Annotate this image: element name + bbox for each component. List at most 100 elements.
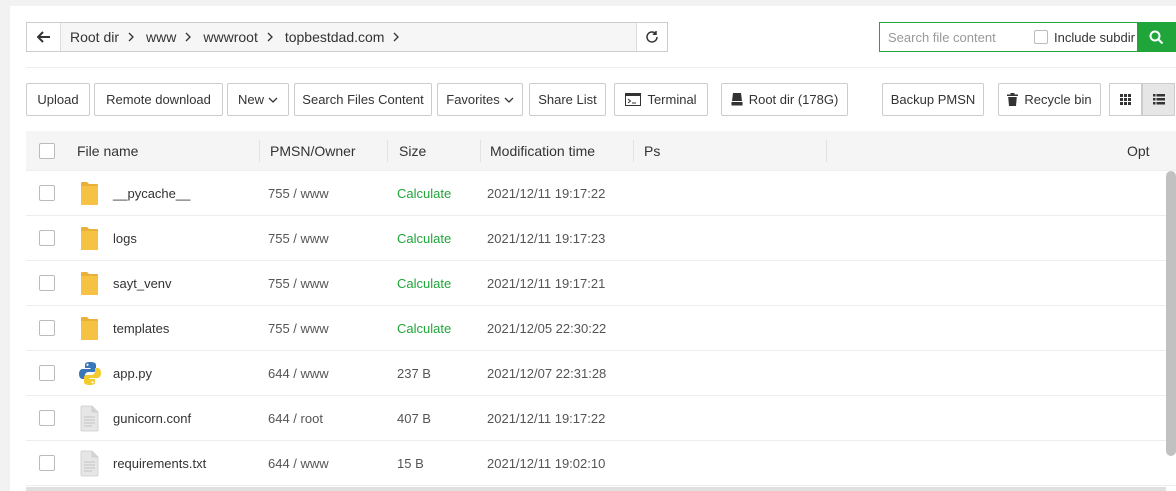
- table-row[interactable]: app.py 644 / www 237 B 2021/12/07 22:31:28: [26, 351, 1176, 396]
- favorites-dropdown-button[interactable]: Favorites: [437, 83, 523, 116]
- disk-icon: [731, 93, 743, 106]
- column-header-opt: Opt: [1127, 143, 1150, 159]
- row-checkbox[interactable]: [39, 185, 55, 201]
- breadcrumb-label: www: [146, 29, 177, 45]
- row-checkbox[interactable]: [39, 230, 55, 246]
- breadcrumb-label: Root dir: [70, 29, 120, 45]
- file-name[interactable]: __pycache__: [113, 171, 263, 216]
- chevron-right-icon: [267, 32, 273, 42]
- table-row[interactable]: sayt_venv 755 / www Calculate 2021/12/11 19…: [26, 261, 1176, 306]
- list-view-button[interactable]: [1142, 83, 1175, 116]
- table-body: __pycache__ 755 / www Calculate 2021/12/11 …: [26, 171, 1176, 486]
- column-header-pmsn-owner[interactable]: PMSN/Owner: [270, 131, 388, 171]
- refresh-button[interactable]: [637, 23, 667, 51]
- breadcrumb-label: wwwroot: [203, 29, 258, 45]
- file-permission[interactable]: 644 / root: [268, 396, 388, 441]
- modification-time: 2021/12/07 22:31:28: [487, 366, 607, 381]
- chevron-right-icon: [185, 32, 192, 42]
- file-name[interactable]: sayt_venv: [113, 261, 263, 306]
- calculate-size-link[interactable]: Calculate: [397, 261, 487, 306]
- calculate-size-link[interactable]: Calculate: [397, 216, 487, 261]
- row-checkbox[interactable]: [39, 455, 55, 471]
- chevron-down-icon: [504, 97, 514, 103]
- file-permission[interactable]: 755 / www: [268, 171, 388, 216]
- chevron-right-icon: [393, 32, 400, 42]
- file-size: 15 B: [397, 456, 424, 471]
- backup-pmsn-button[interactable]: Backup PMSN: [882, 83, 984, 116]
- search-button[interactable]: [1137, 22, 1175, 52]
- modification-time: 2021/12/11 19:17:23: [487, 231, 606, 246]
- breadcrumb-item[interactable]: wwwroot: [203, 29, 284, 45]
- file-permission[interactable]: 644 / www: [268, 351, 388, 396]
- modification-time: 2021/12/11 19:17:22: [487, 186, 606, 201]
- terminal-icon: [625, 93, 642, 106]
- modification-time: 2021/12/11 19:17:22: [487, 411, 606, 426]
- recycle-bin-button[interactable]: Recycle bin: [998, 83, 1101, 116]
- back-button[interactable]: [27, 23, 61, 51]
- modification-time: 2021/12/11 19:02:10: [487, 456, 606, 471]
- file-size: 407 B: [397, 411, 431, 426]
- python-file-icon: [78, 360, 102, 387]
- breadcrumb-item[interactable]: topbestdad.com: [285, 29, 412, 45]
- file-table: File name PMSN/Owner Size Modification t…: [26, 131, 1176, 486]
- remote-download-button[interactable]: Remote download: [94, 83, 223, 116]
- include-subdir-label: Include subdir: [1054, 29, 1135, 45]
- file-name[interactable]: gunicorn.conf: [113, 396, 263, 441]
- grid-view-button[interactable]: [1109, 83, 1142, 116]
- folder-icon: [78, 180, 102, 207]
- select-all-checkbox[interactable]: [39, 142, 55, 159]
- table-row[interactable]: __pycache__ 755 / www Calculate 2021/12/11 …: [26, 171, 1176, 216]
- refresh-icon: [645, 30, 659, 44]
- row-checkbox[interactable]: [39, 410, 55, 426]
- divider: [26, 67, 1176, 68]
- upload-button[interactable]: Upload: [26, 83, 90, 116]
- search-icon: [1149, 30, 1164, 45]
- new-dropdown-button[interactable]: New: [227, 83, 289, 116]
- file-size: 237 B: [397, 366, 431, 381]
- text-file-icon: [78, 450, 102, 477]
- column-header-modification-time[interactable]: Modification time: [490, 131, 634, 171]
- share-list-button[interactable]: Share List: [529, 83, 606, 116]
- arrow-left-icon: [36, 31, 51, 43]
- path-bar: Root dir www wwwroot topbestdad.com: [26, 22, 668, 52]
- calculate-size-link[interactable]: Calculate: [397, 171, 487, 216]
- table-row[interactable]: gunicorn.conf 644 / root 407 B 2021/12/11 1…: [26, 396, 1176, 441]
- row-checkbox[interactable]: [39, 365, 55, 381]
- chevron-down-icon: [268, 97, 278, 103]
- chevron-right-icon: [128, 32, 134, 42]
- table-row[interactable]: requirements.txt 644 / www 15 B 2021/12/11 …: [26, 441, 1176, 486]
- modification-time: 2021/12/11 19:17:21: [487, 276, 606, 291]
- row-checkbox[interactable]: [39, 275, 55, 291]
- terminal-button[interactable]: Terminal: [614, 83, 708, 116]
- breadcrumb-item[interactable]: Root dir: [70, 29, 146, 45]
- file-permission[interactable]: 755 / www: [268, 216, 388, 261]
- file-name[interactable]: requirements.txt: [113, 441, 263, 486]
- file-permission[interactable]: 644 / www: [268, 441, 388, 486]
- root-dir-button[interactable]: Root dir (178G): [721, 83, 848, 116]
- checkbox[interactable]: [1034, 30, 1048, 44]
- column-header-size[interactable]: Size: [399, 131, 481, 171]
- trash-icon: [1007, 93, 1019, 106]
- calculate-size-link[interactable]: Calculate: [397, 306, 487, 351]
- search-files-content-button[interactable]: Search Files Content: [294, 83, 432, 116]
- folder-icon: [78, 270, 102, 297]
- file-name[interactable]: templates: [113, 306, 263, 351]
- file-content-search: Include subdir: [879, 22, 1176, 52]
- breadcrumb: Root dir www wwwroot topbestdad.com: [61, 23, 637, 51]
- column-header-file-name[interactable]: File name: [77, 131, 260, 171]
- search-input[interactable]: [880, 23, 1030, 51]
- table-row[interactable]: templates 755 / www Calculate 2021/12/05 22…: [26, 306, 1176, 351]
- horizontal-scrollbar[interactable]: [26, 487, 1166, 491]
- vertical-scrollbar[interactable]: [1166, 171, 1176, 456]
- file-permission[interactable]: 755 / www: [268, 261, 388, 306]
- breadcrumb-item[interactable]: www: [146, 29, 203, 45]
- include-subdir-checkbox[interactable]: Include subdir: [1034, 30, 1135, 45]
- table-row[interactable]: logs 755 / www Calculate 2021/12/11 19:17:2…: [26, 216, 1176, 261]
- row-checkbox[interactable]: [39, 320, 55, 336]
- file-name[interactable]: logs: [113, 216, 263, 261]
- text-file-icon: [78, 405, 102, 432]
- table-header: File name PMSN/Owner Size Modification t…: [26, 131, 1176, 171]
- file-name[interactable]: app.py: [113, 351, 263, 396]
- file-permission[interactable]: 755 / www: [268, 306, 388, 351]
- modification-time: 2021/12/05 22:30:22: [487, 321, 607, 336]
